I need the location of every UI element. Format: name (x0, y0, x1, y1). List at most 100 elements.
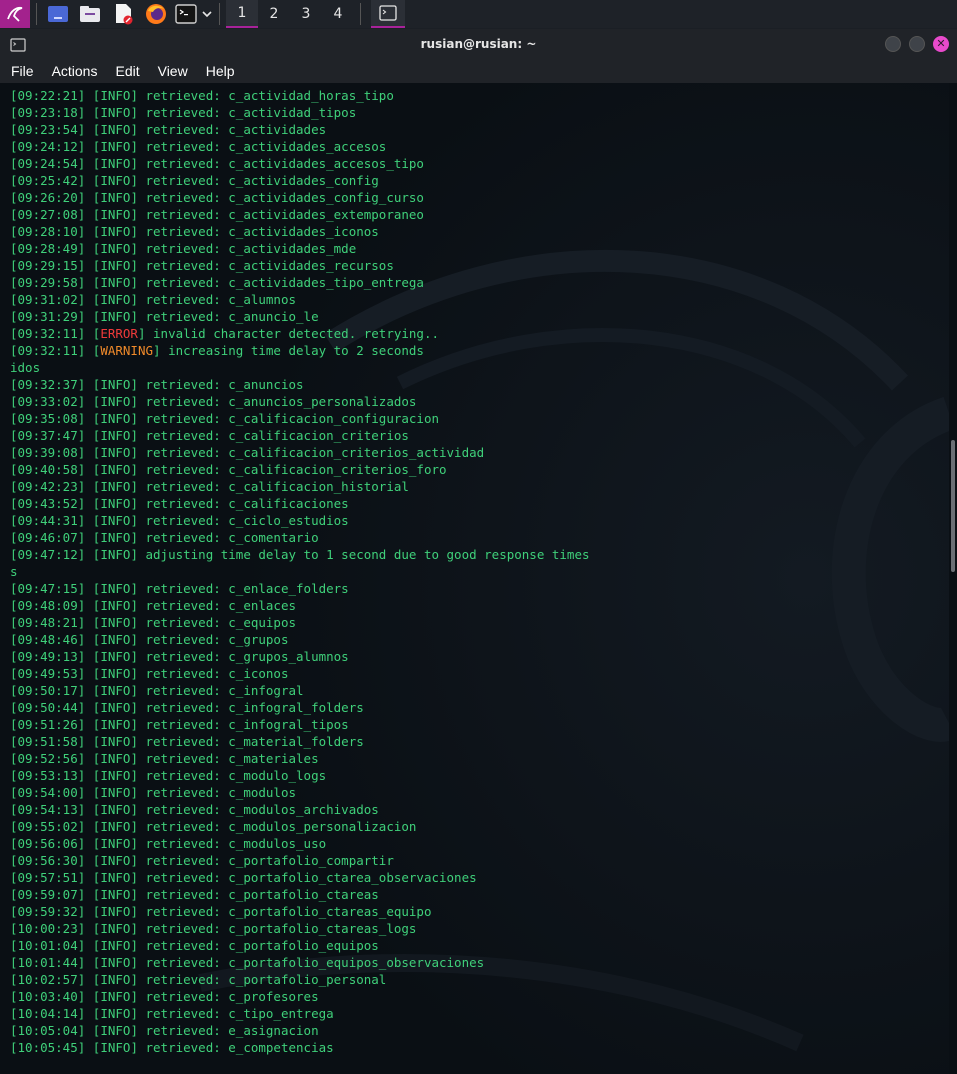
bracket: [ (10, 887, 18, 902)
bracket: [ (10, 649, 18, 664)
line-timestamp: 09:47:12 (17, 547, 78, 562)
bracket: ] [ (77, 615, 101, 630)
terminal-line: [09:32:11] [WARNING] increasing time del… (10, 342, 949, 359)
terminal-line: [10:03:40] [INFO] retrieved: c_profesore… (10, 988, 949, 1005)
terminal-line: [09:46:07] [INFO] retrieved: c_comentari… (10, 529, 949, 546)
bracket: ] (130, 411, 146, 426)
line-level: INFO (100, 224, 131, 239)
bracket: [ (10, 513, 18, 528)
terminal-scrollbar[interactable] (949, 83, 957, 1074)
desktop-icon[interactable] (47, 0, 69, 28)
menu-file[interactable]: File (8, 61, 37, 81)
terminal-window: rusian@rusian: ~ ✕ File Actions Edit Vie… (0, 29, 957, 1074)
terminal-line: [09:54:13] [INFO] retrieved: c_modulos_a… (10, 801, 949, 818)
firefox-icon[interactable] (145, 0, 167, 28)
bracket: ] (130, 156, 146, 171)
minimize-button[interactable] (885, 36, 901, 52)
workspace-4[interactable]: 4 (322, 0, 354, 28)
line-message: retrieved: c_enlace_folders (145, 581, 349, 596)
line-level: INFO (100, 292, 131, 307)
bracket: ] [ (77, 887, 101, 902)
line-message: retrieved: c_actividad_tipos (145, 105, 357, 120)
line-text: s (10, 564, 18, 579)
bracket: ] [ (77, 207, 101, 222)
menu-view[interactable]: View (155, 61, 191, 81)
bracket: [ (10, 479, 18, 494)
menu-actions[interactable]: Actions (49, 61, 101, 81)
line-timestamp: 09:29:58 (17, 275, 78, 290)
kali-menu-icon[interactable] (0, 0, 30, 28)
bracket: [ (10, 394, 18, 409)
terminal-output[interactable]: [09:22:21] [INFO] retrieved: c_actividad… (0, 83, 949, 1074)
bracket: [ (10, 972, 18, 987)
line-level: INFO (100, 700, 131, 715)
line-level: INFO (100, 122, 131, 137)
panel-separator (36, 3, 37, 25)
line-timestamp: 09:54:13 (17, 802, 78, 817)
line-timestamp: 09:40:58 (17, 462, 78, 477)
terminal-line: [09:49:53] [INFO] retrieved: c_iconos (10, 665, 949, 682)
terminal-line: [09:54:00] [INFO] retrieved: c_modulos (10, 784, 949, 801)
line-message: retrieved: c_actividades_iconos (145, 224, 379, 239)
line-level: INFO (100, 428, 131, 443)
dropdown-chevron-icon[interactable] (201, 0, 213, 28)
bracket: ] [ (77, 734, 101, 749)
scrollbar-thumb[interactable] (951, 440, 955, 572)
bracket: ] [ (77, 581, 101, 596)
line-timestamp: 10:00:23 (17, 921, 78, 936)
bracket: ] [ (77, 921, 101, 936)
terminal-launcher-icon[interactable] (175, 0, 197, 28)
line-level: INFO (100, 904, 131, 919)
line-level: INFO (100, 377, 131, 392)
text-editor-icon[interactable] (113, 0, 135, 28)
line-timestamp: 09:48:21 (17, 615, 78, 630)
terminal-line: [09:26:20] [INFO] retrieved: c_actividad… (10, 189, 949, 206)
bracket: ] (130, 1023, 146, 1038)
line-message: retrieved: c_infogral_folders (145, 700, 364, 715)
window-titlebar[interactable]: rusian@rusian: ~ ✕ (0, 29, 957, 59)
line-message: retrieved: c_calificacion_criterios_acti… (145, 445, 485, 460)
line-level: INFO (100, 173, 131, 188)
terminal-line: [09:24:12] [INFO] retrieved: c_actividad… (10, 138, 949, 155)
bracket: ] [ (77, 241, 101, 256)
line-message: retrieved: c_portafolio_equipos (145, 938, 379, 953)
bracket: ] (130, 309, 146, 324)
bracket: [ (10, 955, 18, 970)
line-timestamp: 09:49:53 (17, 666, 78, 681)
maximize-button[interactable] (909, 36, 925, 52)
bracket: ] [ (77, 139, 101, 154)
bracket: ] [ (77, 88, 101, 103)
line-timestamp: 09:39:08 (17, 445, 78, 460)
line-message: retrieved: e_competencias (145, 1040, 334, 1055)
bracket: ] [ (77, 394, 101, 409)
line-message: retrieved: c_comentario (145, 530, 319, 545)
workspace-2[interactable]: 2 (258, 0, 290, 28)
line-timestamp: 09:59:07 (17, 887, 78, 902)
close-button[interactable]: ✕ (933, 36, 949, 52)
bracket: ] [ (77, 411, 101, 426)
terminal-line: [09:33:02] [INFO] retrieved: c_anuncios_… (10, 393, 949, 410)
bracket: [ (10, 207, 18, 222)
window-title: rusian@rusian: ~ (420, 37, 537, 51)
bracket: ] [ (77, 1023, 101, 1038)
file-manager-icon[interactable] (79, 0, 101, 28)
bracket: [ (10, 292, 18, 307)
terminal-line: [09:47:12] [INFO] adjusting time delay t… (10, 546, 949, 563)
bracket: ] (130, 870, 146, 885)
line-message: retrieved: c_modulos (145, 785, 297, 800)
workspace-3[interactable]: 3 (290, 0, 322, 28)
bracket: ] (130, 479, 146, 494)
workspace-1[interactable]: 1 (226, 0, 258, 28)
line-level: INFO (100, 649, 131, 664)
menu-edit[interactable]: Edit (112, 61, 142, 81)
bracket: ] (130, 666, 146, 681)
bracket: ] (130, 717, 146, 732)
bracket: ] [ (77, 683, 101, 698)
menu-help[interactable]: Help (203, 61, 238, 81)
bracket: [ (10, 921, 18, 936)
bracket: ] (130, 445, 146, 460)
taskbar-terminal-window[interactable] (371, 0, 405, 28)
bracket: ] (130, 462, 146, 477)
line-level: INFO (100, 938, 131, 953)
line-level: INFO (100, 666, 131, 681)
